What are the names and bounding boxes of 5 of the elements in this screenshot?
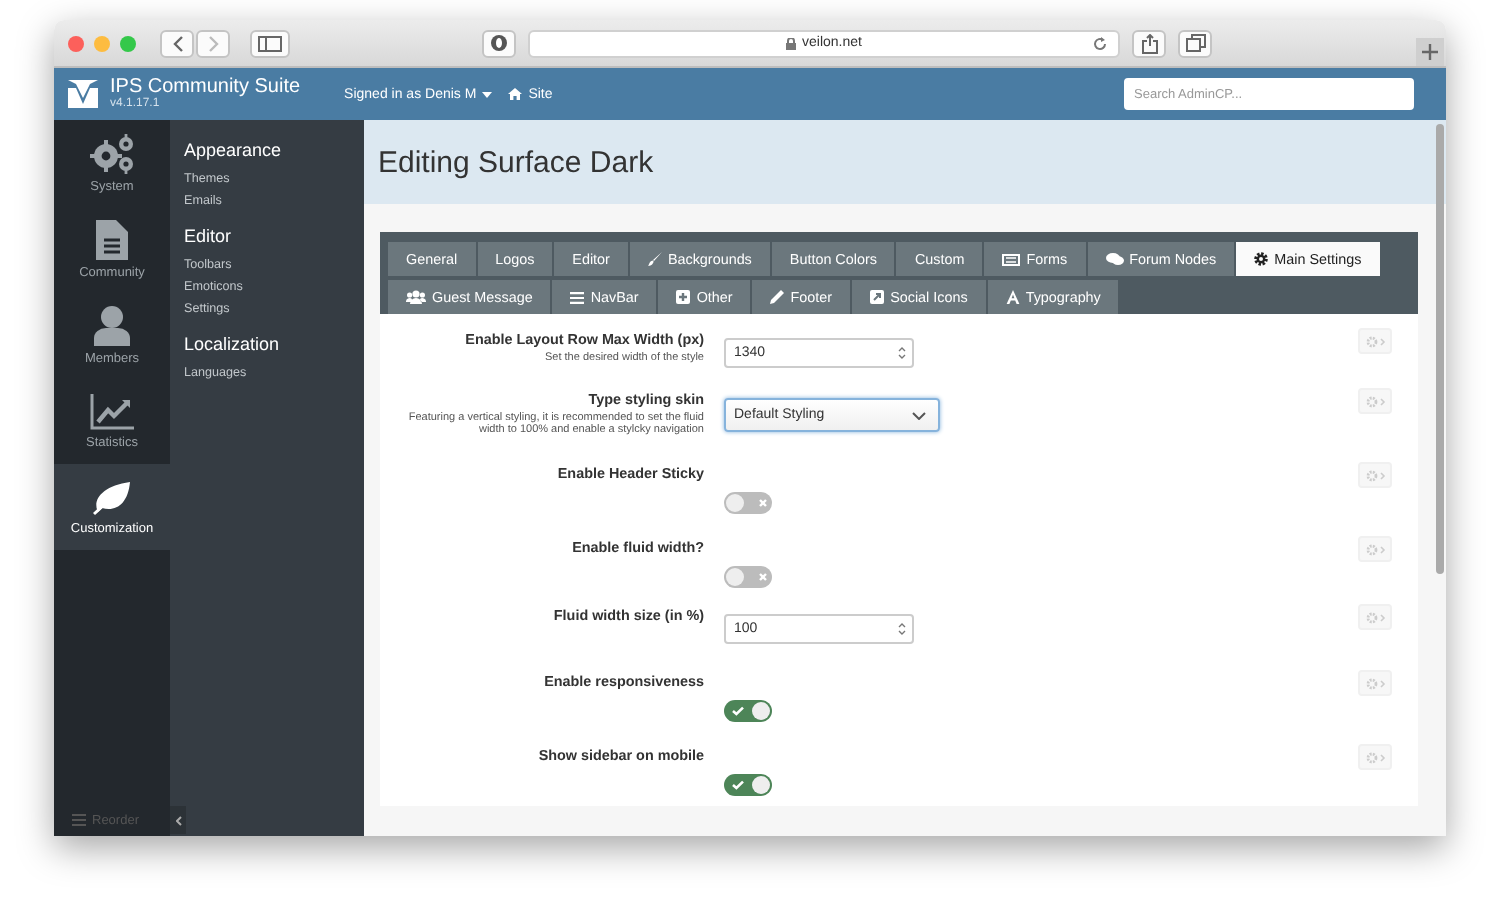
menu-section-heading: Localization — [184, 334, 282, 354]
menu-section-heading: Appearance — [184, 140, 284, 160]
page-title: Editing Surface Dark — [378, 145, 654, 179]
product-name: IPS Community Suite — [110, 78, 301, 98]
menu-section-heading: Editor — [184, 226, 234, 246]
